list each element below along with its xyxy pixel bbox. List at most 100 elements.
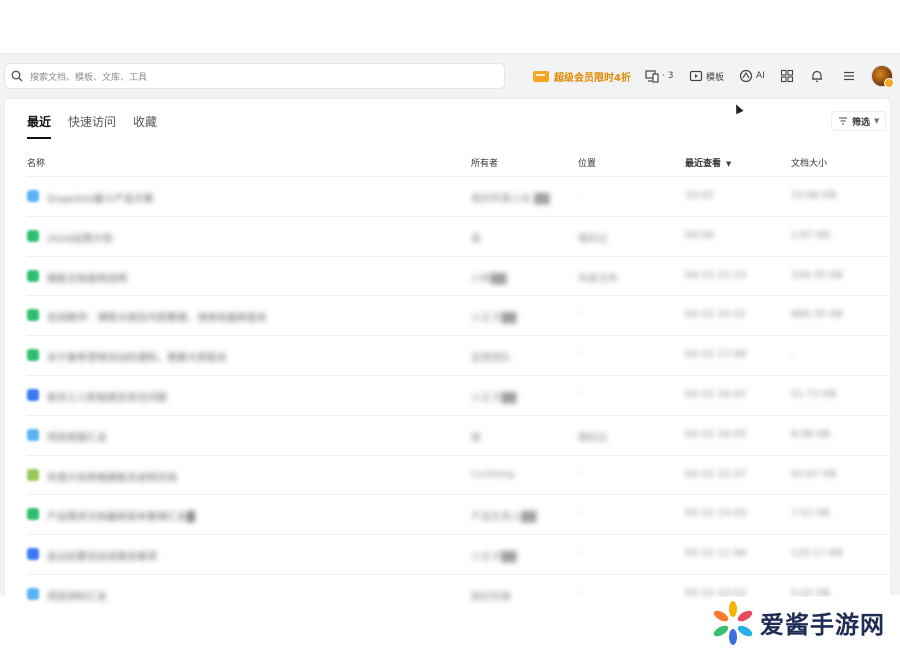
document-name: 项目资料汇总 xyxy=(47,591,107,603)
template-icon xyxy=(689,70,703,82)
document-last-viewed: 10:42 xyxy=(685,190,714,201)
document-name: 年度计划表格模板及说明文档 xyxy=(47,472,177,484)
document-owner: 小王子▓▓ xyxy=(471,313,517,325)
document-icon xyxy=(27,349,39,362)
column-last-viewed-label: 最近查看 xyxy=(685,159,722,169)
document-owner: 小王子▓▓ xyxy=(471,392,517,404)
document-last-viewed: 09:58 xyxy=(685,229,714,241)
document-location: 共享文件 xyxy=(578,273,618,285)
table-row[interactable]: 年度计划表格模板及说明文档 LiuXiang - 04-15 15:37 43.67 K… xyxy=(27,454,892,495)
document-location: 我的云 xyxy=(578,432,608,444)
document-owner: 小明▓▓ xyxy=(471,273,507,285)
document-name: 关于春季营销活动的通知，需要大家配合 xyxy=(47,353,227,365)
document-icon xyxy=(27,508,39,521)
document-last-viewed: 04-15 20:31 xyxy=(685,309,747,321)
document-location: - xyxy=(578,349,582,361)
document-owner: 小王子▓▓ xyxy=(471,552,517,564)
document-icon xyxy=(27,229,39,242)
templates-button[interactable]: 模板 xyxy=(689,67,724,85)
tab-favorites[interactable]: 收藏 xyxy=(133,113,157,139)
document-last-viewed: 04-15 16:05 xyxy=(685,428,747,440)
document-location: - xyxy=(578,468,582,480)
templates-label: 模板 xyxy=(706,72,725,83)
document-name: 在线教学：课程大纲及内容整理，请查收最新版本 xyxy=(47,313,267,325)
app-window: 搜索文档、模板、文库、工具 超级会员限时4折 · 3 模板 AI 最近 快速访问… xyxy=(0,53,900,603)
document-owner: 运营团队 xyxy=(471,353,511,365)
table-row[interactable]: 模板文档使用说明 小明▓▓ 共享文件 04-15 22:14 109.35 KB xyxy=(27,255,892,296)
ai-button[interactable]: AI xyxy=(739,67,765,85)
search-icon xyxy=(11,70,23,82)
document-size: 2.87 KB xyxy=(791,229,830,241)
table-row[interactable]: 在线教学：课程大纲及内容整理，请查收最新版本 小王子▓▓ - 04-15 20:31 6… xyxy=(27,295,892,335)
column-location[interactable]: 位置 xyxy=(578,156,596,169)
document-location: - xyxy=(578,508,582,520)
document-location: - xyxy=(578,190,582,201)
grid-icon xyxy=(780,69,794,83)
document-last-viewed: 04-15 15:37 xyxy=(685,468,747,480)
document-size: 8.98 KB xyxy=(791,428,830,440)
document-owner: 我 xyxy=(471,233,481,245)
table-row[interactable]: 产品需求文档最新版本整理汇总▓ 产品负责人▓▓ - 04-15 14:20 7.51 K… xyxy=(27,494,892,534)
column-owner[interactable]: 所有者 xyxy=(471,156,498,169)
documents-panel: 最近 快速访问 收藏 筛选 ▼ 名称 所有者 位置 最近查看 ▼ 文档大小 Sna… xyxy=(4,98,892,603)
document-name: Snapshot最小产品方案 xyxy=(47,194,154,205)
column-name[interactable]: 名称 xyxy=(27,156,45,169)
table-row[interactable]: 新员工入职指南及常见问题 小王子▓▓ - 04-15 16:42 51.73 KB xyxy=(27,374,892,415)
watermark: 爱酱手游网 xyxy=(712,597,900,648)
table-row[interactable]: 会议纪要及后续跟进事项 小王子▓▓ - 04-15 11:46 120.17 KB xyxy=(27,534,892,574)
vip-ticket-icon xyxy=(533,71,549,82)
document-name: 新员工入职指南及常见问题 xyxy=(47,392,167,404)
document-icon xyxy=(27,428,39,441)
document-name: 产品需求文档最新版本整理汇总▓ xyxy=(47,512,195,524)
document-location: - xyxy=(578,309,582,321)
document-name: 2024运营计划 xyxy=(47,233,113,245)
document-size: 120.17 KB xyxy=(791,548,843,560)
column-last-viewed[interactable]: 最近查看 ▼ xyxy=(685,156,731,169)
column-size[interactable]: 文档大小 xyxy=(791,156,827,169)
document-last-viewed: 04-15 17:08 xyxy=(685,349,747,361)
document-last-viewed: 04-15 11:46 xyxy=(685,548,747,560)
document-location: - xyxy=(578,388,582,400)
search-box[interactable]: 搜索文档、模板、文库、工具 xyxy=(4,63,505,89)
document-location: - xyxy=(578,587,582,599)
table-row[interactable]: Snapshot最小产品方案 我的同事小名 ▓▓ - 10:42 15.66 KB xyxy=(27,176,892,216)
document-owner: 我的同事 xyxy=(471,591,511,603)
document-name: 模板文档使用说明 xyxy=(47,273,127,285)
document-last-viewed: 04-15 14:20 xyxy=(685,508,747,520)
vip-promo-label: 超级会员限时4折 xyxy=(554,73,631,84)
document-location: 我的云 xyxy=(578,233,608,245)
document-last-viewed: 04-15 22:14 xyxy=(685,269,747,281)
document-size: 7.51 KB xyxy=(791,508,830,520)
document-name: 会议纪要及后续跟进事项 xyxy=(47,552,157,564)
apps-button[interactable] xyxy=(780,67,794,85)
devices-count: · 3 xyxy=(662,71,674,81)
document-owner: 我 xyxy=(471,432,481,444)
document-icon xyxy=(27,190,39,202)
notifications-button[interactable] xyxy=(810,67,824,85)
blank-area xyxy=(0,0,900,52)
filter-button[interactable]: 筛选 ▼ xyxy=(831,111,887,131)
document-icon xyxy=(27,548,39,561)
tab-quick-access[interactable]: 快速访问 xyxy=(68,113,116,139)
table-row[interactable]: 项目周报汇总 我 我的云 04-15 16:05 8.98 KB xyxy=(27,414,892,455)
sort-desc-icon: ▼ xyxy=(726,160,732,168)
devices-button[interactable]: · 3 xyxy=(645,67,673,85)
document-list: Snapshot最小产品方案 我的同事小名 ▓▓ - 10:42 15.66 KB 202… xyxy=(5,176,892,614)
tab-recent[interactable]: 最近 xyxy=(27,113,52,139)
table-row[interactable]: 2024运营计划 我 我的云 09:58 2.87 KB xyxy=(27,215,892,256)
document-size: 689.35 KB xyxy=(791,309,843,321)
document-last-viewed: 04-15 16:42 xyxy=(685,388,747,400)
search-placeholder: 搜索文档、模板、文库、工具 xyxy=(30,72,148,83)
table-header: 名称 所有者 位置 最近查看 ▼ 文档大小 xyxy=(5,156,892,172)
table-row[interactable]: 关于春季营销活动的通知，需要大家配合 运营团队 - 04-15 17:08 - xyxy=(27,335,892,375)
menu-button[interactable] xyxy=(842,67,856,85)
vip-promo-button[interactable]: 超级会员限时4折 xyxy=(533,69,631,84)
watermark-text: 爱酱手游网 xyxy=(760,611,885,639)
chevron-down-icon: ▼ xyxy=(874,117,880,125)
top-bar: 搜索文档、模板、文库、工具 超级会员限时4折 · 3 模板 AI xyxy=(0,54,900,98)
tab-bar: 最近 快速访问 收藏 xyxy=(27,113,174,139)
document-icon xyxy=(27,468,39,481)
avatar[interactable] xyxy=(871,65,894,88)
ai-label: AI xyxy=(756,71,765,81)
document-size: 15.66 KB xyxy=(791,190,837,201)
